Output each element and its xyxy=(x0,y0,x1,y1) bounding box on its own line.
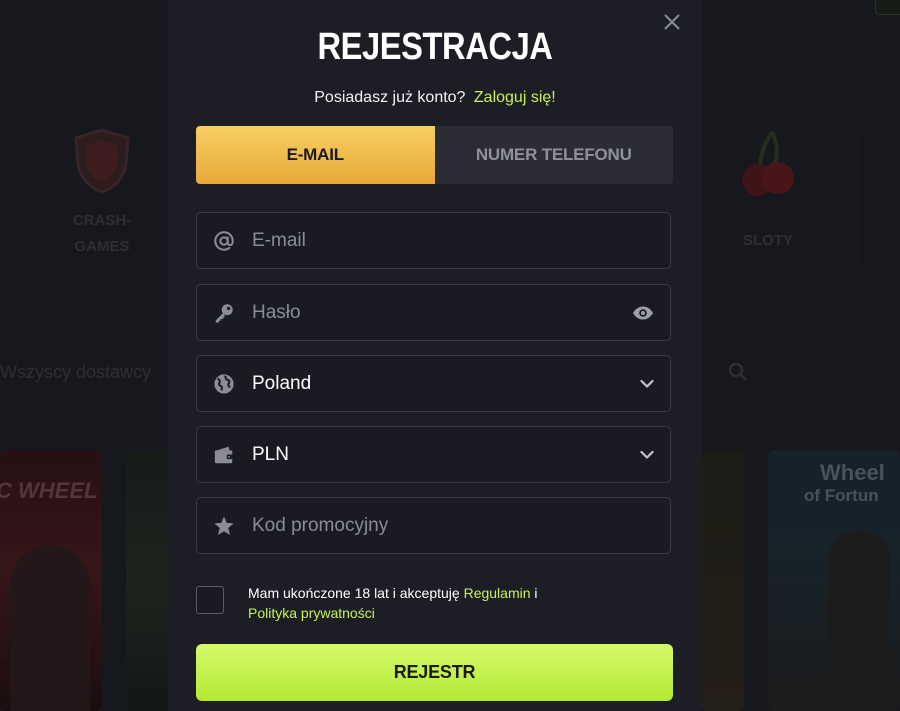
country-value: Poland xyxy=(252,372,312,394)
password-field[interactable]: Hasło xyxy=(196,284,671,341)
key-icon xyxy=(215,303,233,323)
login-link[interactable]: Zaloguj się! xyxy=(474,89,556,106)
login-prompt-text: Posiadasz już konto? xyxy=(314,89,466,106)
eye-icon[interactable] xyxy=(632,306,654,320)
tab-email[interactable]: E-MAIL xyxy=(196,126,435,184)
registration-modal: REJESTRACJA Posiadasz już konto? Zaloguj… xyxy=(168,0,702,711)
chevron-down-icon xyxy=(640,450,654,459)
email-field[interactable]: E-mail xyxy=(196,212,671,269)
chevron-down-icon xyxy=(640,379,654,388)
close-icon[interactable] xyxy=(662,12,682,32)
star-icon xyxy=(214,515,234,535)
password-placeholder: Hasło xyxy=(252,301,301,323)
country-select[interactable]: Poland xyxy=(196,355,671,412)
modal-title: REJESTRACJA xyxy=(317,26,553,68)
promo-code-field[interactable]: Kod promocyjny xyxy=(196,497,671,554)
promo-code-placeholder: Kod promocyjny xyxy=(252,514,389,536)
email-placeholder: E-mail xyxy=(252,229,306,251)
globe-icon xyxy=(214,373,234,394)
currency-select[interactable]: PLN xyxy=(196,426,671,483)
terms-link[interactable]: Regulamin xyxy=(464,585,531,601)
at-icon xyxy=(214,230,234,251)
consent-text-mid: i xyxy=(530,585,538,601)
tab-phone-number[interactable]: NUMER TELEFONU xyxy=(435,126,674,184)
consent-text: Mam ukończone 18 lat i akceptuję Regulam… xyxy=(248,583,668,623)
privacy-policy-link[interactable]: Polityka prywatności xyxy=(248,605,375,621)
currency-value: PLN xyxy=(252,443,289,465)
consent-text-start: Mam ukończone 18 lat i akceptuję xyxy=(248,585,464,601)
wallet-icon xyxy=(214,446,234,463)
login-prompt: Posiadasz już konto? Zaloguj się! xyxy=(168,89,702,107)
consent-checkbox[interactable] xyxy=(196,586,224,614)
register-button[interactable]: REJESTR xyxy=(196,644,673,701)
registration-tabs: E-MAIL NUMER TELEFONU xyxy=(196,126,673,184)
